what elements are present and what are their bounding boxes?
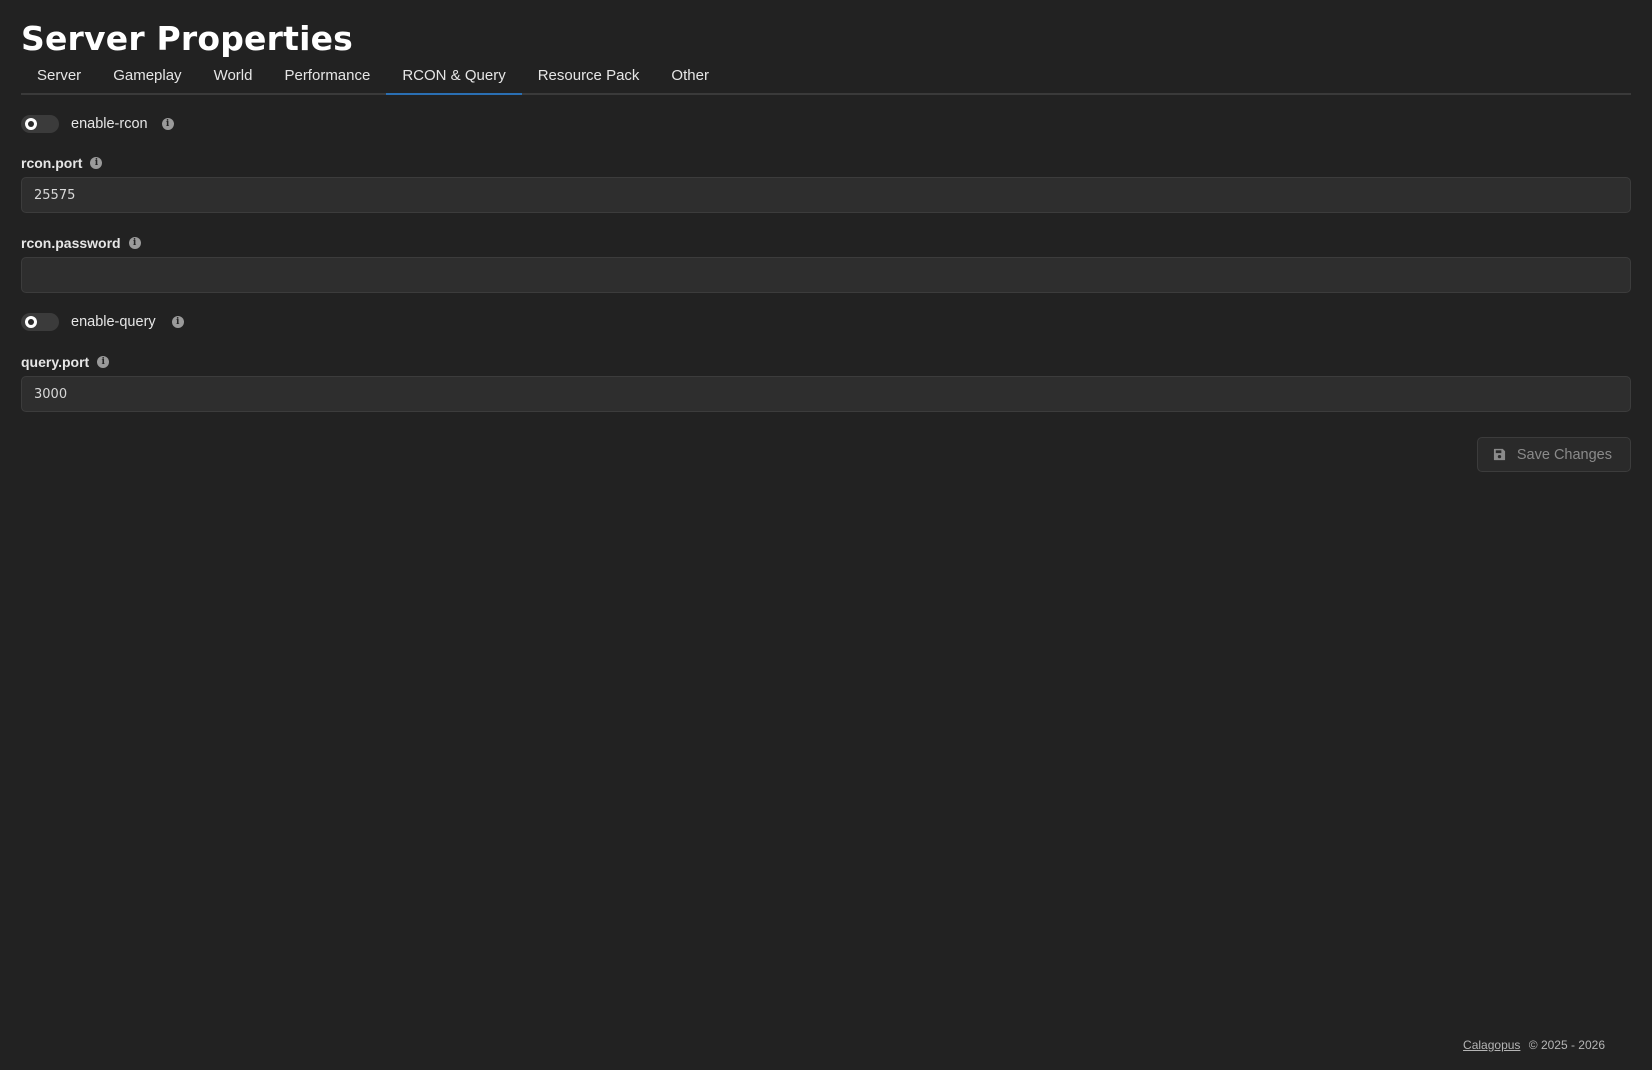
enable-query-toggle[interactable] (21, 313, 59, 331)
rcon-port-group: rcon.port i (21, 154, 1631, 213)
tab-gameplay[interactable]: Gameplay (97, 61, 197, 95)
tab-resource-pack[interactable]: Resource Pack (522, 61, 656, 95)
info-icon[interactable]: i (97, 356, 110, 368)
rcon-password-label: rcon.password (21, 235, 121, 251)
enable-rcon-label: enable-rcon (71, 116, 148, 132)
tab-rcon-query[interactable]: RCON & Query (386, 61, 522, 95)
enable-query-label: enable-query (71, 314, 156, 330)
query-port-label: query.port (21, 354, 90, 370)
save-changes-button[interactable]: Save Changes (1476, 437, 1631, 472)
tab-server[interactable]: Server (21, 61, 97, 95)
save-changes-label: Save Changes (1516, 446, 1612, 463)
toggle-knob (25, 118, 37, 130)
footer: Calagopus © 2025 - 2026 (1463, 1038, 1605, 1052)
tab-other[interactable]: Other (655, 61, 725, 95)
enable-rcon-row: enable-rcon i (21, 113, 1631, 135)
rcon-password-input[interactable] (21, 257, 1631, 293)
query-port-input[interactable] (21, 376, 1631, 412)
info-icon[interactable]: i (128, 237, 141, 249)
info-icon[interactable]: i (171, 316, 184, 328)
query-port-group: query.port i (21, 353, 1631, 412)
rcon-port-input[interactable] (21, 177, 1631, 213)
query-port-label-row: query.port i (21, 353, 1631, 371)
form-actions: Save Changes (21, 437, 1631, 472)
floppy-disk-icon (1493, 448, 1506, 461)
page-title: Server Properties (21, 19, 353, 58)
footer-brand-link[interactable]: Calagopus (1463, 1038, 1520, 1052)
enable-query-row: enable-query i (21, 311, 1631, 333)
enable-rcon-toggle[interactable] (21, 115, 59, 133)
rcon-port-label: rcon.port (21, 155, 83, 171)
info-icon[interactable]: i (161, 118, 174, 130)
info-icon[interactable]: i (90, 157, 103, 169)
rcon-password-group: rcon.password i (21, 234, 1631, 293)
tab-world[interactable]: World (198, 61, 269, 95)
rcon-port-label-row: rcon.port i (21, 154, 1631, 172)
toggle-knob (25, 316, 37, 328)
rcon-password-label-row: rcon.password i (21, 234, 1631, 252)
tab-bar: Server Gameplay World Performance RCON &… (21, 61, 1631, 95)
footer-copyright: © 2025 - 2026 (1528, 1038, 1605, 1052)
server-properties-page: Server Properties Server Gameplay World … (0, 0, 1652, 1070)
tab-performance[interactable]: Performance (268, 61, 386, 95)
